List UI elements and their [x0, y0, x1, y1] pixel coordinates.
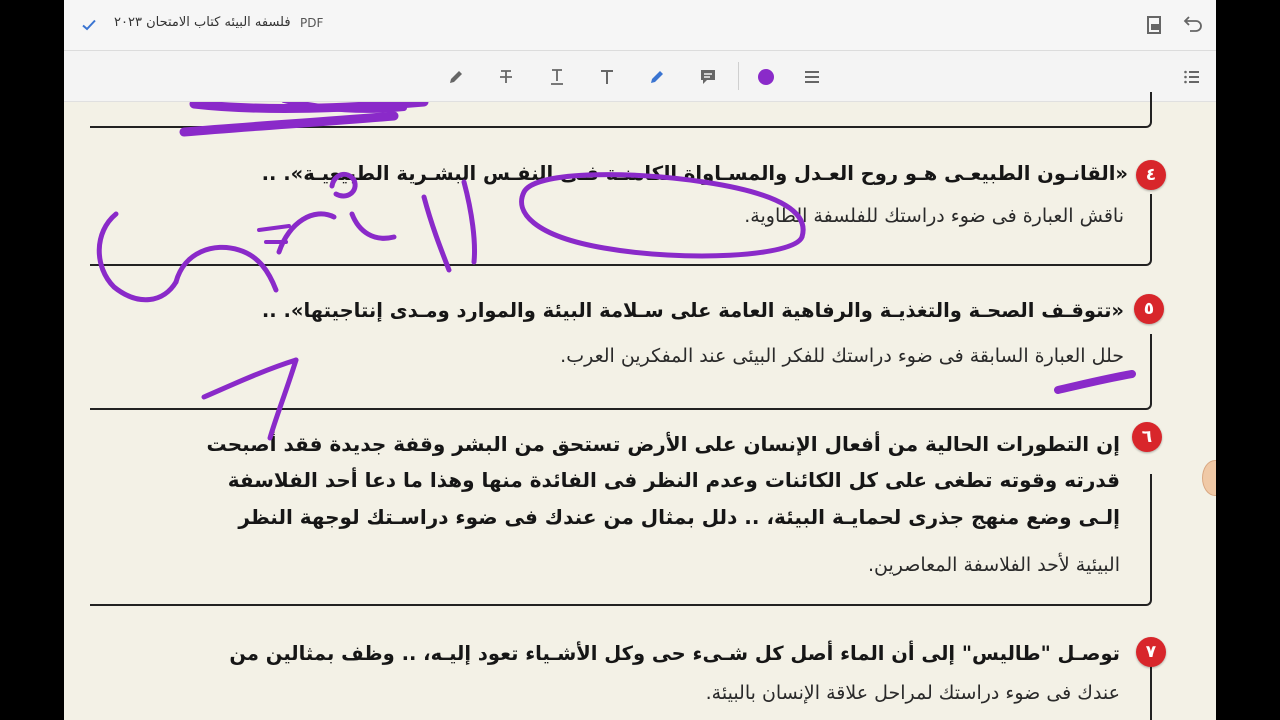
strikethrough-icon[interactable] [494, 65, 518, 89]
comment-icon[interactable] [696, 65, 720, 89]
question-box-6 [90, 474, 1152, 606]
underline-text-icon[interactable] [545, 65, 569, 89]
toolbar-divider [738, 62, 739, 90]
add-text-icon[interactable] [595, 65, 619, 89]
stroke-width-icon[interactable] [800, 65, 824, 89]
question-6-line-3: إلـى وضع منهج جذرى لحمايـة البيئة، .. دل… [238, 505, 1120, 529]
question-7-line-1: توصـل "طاليس" إلى أن الماء أصل كل شـىء ح… [229, 642, 1120, 665]
undo-icon[interactable] [1180, 13, 1204, 37]
document-title: فلسفه البيئه كتاب الامتحان ٢٠٢٣ [114, 15, 291, 30]
question-5-statement: «تتوقـف الصحـة والتغذيـة والرفاهية العام… [261, 299, 1124, 322]
question-number-badge: ٦ [1132, 422, 1162, 452]
question-number-badge: ٥ [1134, 294, 1164, 324]
title-bar: فلسفه البيئه كتاب الامتحان ٢٠٢٣ PDF [64, 0, 1216, 51]
pen-icon[interactable] [444, 65, 468, 89]
question-6-line-2: قدرته وقوته تطغى على كل الكائنات وعدم ال… [227, 468, 1120, 492]
color-picker-icon[interactable] [754, 65, 778, 89]
question-box-previous [90, 92, 1152, 128]
highlighter-icon[interactable] [645, 65, 669, 89]
question-6-line-1: إن التطورات الحالية من أفعال الإنسان على… [206, 432, 1120, 456]
question-number-badge: ٤ [1136, 160, 1166, 190]
question-4-statement: «القانـون الطبيعـى هـو روح العـدل والمسـ… [261, 162, 1128, 185]
question-number-badge: ٧ [1136, 637, 1166, 667]
pdf-viewer-window: فلسفه البيئه كتاب الامتحان ٢٠٢٣ PDF ٤ «ا… [64, 0, 1216, 720]
finger-touch-marker [1202, 460, 1216, 496]
mobile-view-icon[interactable] [1142, 13, 1166, 37]
checkmark-icon[interactable] [78, 14, 100, 36]
pdf-page[interactable]: ٤ «القانـون الطبيعـى هـو روح العـدل والم… [64, 92, 1216, 720]
question-7-line-2: عندك فى ضوء دراستك لمراحل علاقة الإنسان … [705, 682, 1120, 704]
outline-list-icon[interactable] [1180, 65, 1204, 89]
question-5-prompt: حلل العبارة السابقة فى ضوء دراستك للفكر … [560, 345, 1124, 367]
file-type-label: PDF [300, 16, 324, 30]
question-6-line-4: البيئية لأحد الفلاسفة المعاصرين. [867, 554, 1120, 576]
question-4-prompt: ناقش العبارة فى ضوء دراستك للفلسفة الطاو… [744, 205, 1124, 227]
